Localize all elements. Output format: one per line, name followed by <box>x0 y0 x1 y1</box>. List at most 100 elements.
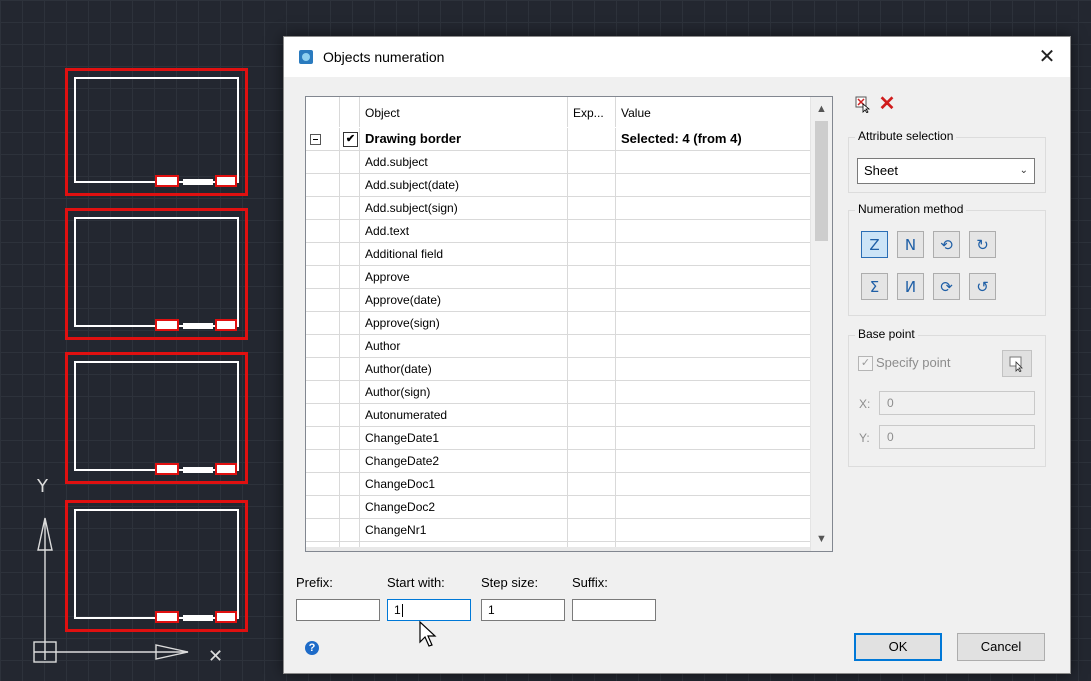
step-size-input[interactable]: 1 <box>481 599 565 621</box>
value-cell <box>616 197 810 219</box>
start-with-input[interactable]: 1 <box>387 599 471 621</box>
table-horizontal-scrollbar[interactable] <box>306 547 810 551</box>
y-input[interactable]: 0 <box>879 425 1035 449</box>
method-spiral-ccw-icon[interactable]: ↺ <box>969 273 996 300</box>
suffix-input[interactable] <box>572 599 656 621</box>
inner-frame <box>74 361 239 471</box>
table-row[interactable]: Author <box>306 335 810 358</box>
table-row[interactable]: Approve <box>306 266 810 289</box>
group-checkbox[interactable]: ✔ <box>343 132 358 147</box>
cancel-button[interactable]: Cancel <box>957 633 1045 661</box>
expander-cell <box>306 450 340 472</box>
collapse-icon[interactable] <box>310 134 321 145</box>
table-row[interactable]: Author(sign) <box>306 381 810 404</box>
attribute-selected-value: Sheet <box>864 163 898 178</box>
close-icon[interactable]: ✕ <box>1024 37 1070 77</box>
table-row[interactable]: ChangeDoc1 <box>306 473 810 496</box>
pick-point-icon <box>1009 356 1023 373</box>
scroll-down-icon[interactable]: ▼ <box>811 529 832 549</box>
ok-button[interactable]: OK <box>854 633 942 661</box>
column-exp[interactable]: Exp... <box>568 97 616 127</box>
dialog-title: Objects numeration <box>323 49 445 65</box>
value-cell <box>616 220 810 242</box>
method-n-columns-icon[interactable]: N <box>897 231 924 258</box>
table-row[interactable]: Autonumerated <box>306 404 810 427</box>
column-object[interactable]: Object <box>360 97 568 127</box>
object-name-cell: Approve(date) <box>360 289 568 311</box>
table-row[interactable]: ChangeDate2 <box>306 450 810 473</box>
table-row[interactable]: Approve(sign) <box>306 312 810 335</box>
header-check <box>340 97 360 127</box>
delete-icon[interactable]: ✕ <box>878 94 896 114</box>
dropdown-arrow-icon: ⌄ <box>1019 165 1028 176</box>
value-cell <box>616 151 810 173</box>
specify-point-checkbox[interactable]: ✓ <box>858 356 873 371</box>
objects-table[interactable]: Object Exp... Value ✔ Drawing border Sel… <box>305 96 833 552</box>
table-row[interactable]: Add.subject(date) <box>306 174 810 197</box>
x-input[interactable]: 0 <box>879 391 1035 415</box>
attribute-select[interactable]: Sheet ⌄ <box>857 158 1035 184</box>
table-row[interactable]: Additional field <box>306 243 810 266</box>
check-cell <box>340 473 360 495</box>
value-cell <box>616 335 810 357</box>
value-cell <box>616 243 810 265</box>
value-cell <box>616 266 810 288</box>
group-row-drawing-border[interactable]: ✔ Drawing border Selected: 4 (from 4) <box>306 128 810 151</box>
object-name-cell: Author(sign) <box>360 381 568 403</box>
table-row[interactable]: ChangeDoc2 <box>306 496 810 519</box>
exp-cell <box>568 289 616 311</box>
check-cell <box>340 496 360 518</box>
column-value[interactable]: Value <box>616 97 810 127</box>
pick-point-button[interactable] <box>1002 350 1032 377</box>
prefix-label: Prefix: <box>296 575 333 590</box>
mouse-pointer-icon <box>419 620 437 647</box>
objects-numeration-dialog: Objects numeration ✕ Object Exp... Value… <box>283 36 1071 674</box>
prefix-input[interactable] <box>296 599 380 621</box>
object-name-cell: ChangeNr1 <box>360 519 568 541</box>
method-loop-ccw-icon[interactable]: ⟲ <box>933 231 960 258</box>
object-name-cell: Approve <box>360 266 568 288</box>
method-n-reverse-icon[interactable]: И <box>897 273 924 300</box>
group-exp-cell <box>568 128 616 150</box>
method-z-reverse-icon[interactable]: Ʃ <box>861 273 888 300</box>
scroll-up-icon[interactable]: ▲ <box>811 99 832 119</box>
table-vertical-scrollbar[interactable]: ▲ ▼ <box>810 97 832 551</box>
exp-cell <box>568 496 616 518</box>
drawing-border-1[interactable] <box>65 68 248 196</box>
drawing-border-2[interactable] <box>65 208 248 340</box>
expander-cell <box>306 220 340 242</box>
exp-cell <box>568 243 616 265</box>
clear-selection-icon[interactable] <box>854 95 872 113</box>
drawing-border-3[interactable] <box>65 352 248 484</box>
ucs-y-label: Y <box>37 476 48 497</box>
expander-cell <box>306 312 340 334</box>
value-cell <box>616 496 810 518</box>
object-name-cell: ChangeDoc2 <box>360 496 568 518</box>
expander-cell <box>306 197 340 219</box>
check-cell <box>340 519 360 541</box>
method-spiral-cw-icon[interactable]: ↻ <box>969 231 996 258</box>
table-row[interactable]: ChangeDate1 <box>306 427 810 450</box>
check-cell <box>340 174 360 196</box>
title-block <box>155 317 239 333</box>
object-name-cell: ChangeDate1 <box>360 427 568 449</box>
table-header: Object Exp... Value <box>306 97 810 128</box>
table-row[interactable]: Add.subject(sign) <box>306 197 810 220</box>
table-row[interactable]: Add.text <box>306 220 810 243</box>
table-row[interactable]: Add.subject <box>306 151 810 174</box>
title-bar[interactable]: Objects numeration ✕ <box>284 37 1070 77</box>
scroll-thumb[interactable] <box>815 121 828 241</box>
expander-cell <box>306 128 340 150</box>
numeration-method-title: Numeration method <box>855 202 967 216</box>
attribute-selection-group: Attribute selection Sheet ⌄ <box>848 129 1046 193</box>
table-row[interactable]: Author(date) <box>306 358 810 381</box>
help-icon[interactable]: ? <box>305 641 319 655</box>
value-cell <box>616 312 810 334</box>
table-row[interactable]: Approve(date) <box>306 289 810 312</box>
value-cell <box>616 358 810 380</box>
value-cell <box>616 427 810 449</box>
group-value: Selected: 4 (from 4) <box>621 131 742 146</box>
table-row[interactable]: ChangeNr1 <box>306 519 810 542</box>
method-loop-cw-icon[interactable]: ⟳ <box>933 273 960 300</box>
method-z-rows-icon[interactable]: Z <box>861 231 888 258</box>
